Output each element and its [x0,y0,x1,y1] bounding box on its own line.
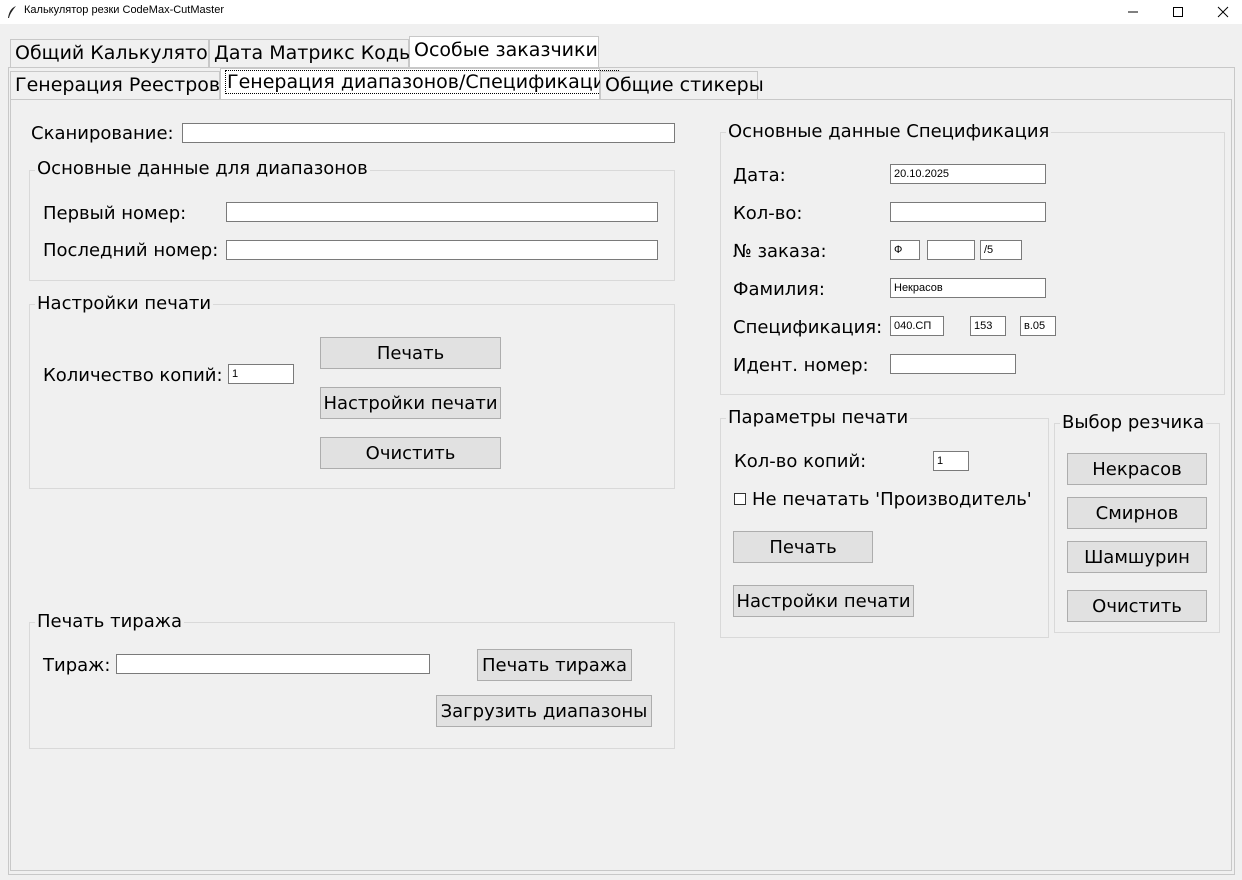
close-button[interactable] [1200,0,1242,24]
no-manufacturer-label: Не печатать 'Производитель' [752,489,1032,510]
minimize-button[interactable] [1110,0,1156,24]
first-number-input[interactable] [226,202,658,222]
print-settings-button[interactable]: Настройки печати [320,387,501,419]
spec-part2-input[interactable]: 153 [970,316,1006,336]
spec-part1-input[interactable]: 040.СП [890,316,944,336]
first-number-label: Первый номер: [43,203,187,224]
circulation-label: Тираж: [43,655,111,676]
ident-input[interactable] [890,354,1016,374]
spec-part3-input[interactable]: в.05 [1020,316,1056,336]
load-ranges-button[interactable]: Загрузить диапазоны [436,695,652,727]
clear-button[interactable]: Очистить [320,437,501,469]
spec-label: Спецификация: [733,317,883,338]
last-number-input[interactable] [226,240,658,260]
tab-registry-generation[interactable]: Генерация Реестров [10,71,220,100]
cutter-nekrasov-button[interactable]: Некрасов [1067,453,1207,485]
print-copies-input[interactable]: 1 [933,451,969,471]
close-icon [1217,6,1229,18]
print-circulation-button[interactable]: Печать тиража [477,649,632,681]
tab-label: Генерация Реестров [15,74,221,96]
surname-label: Фамилия: [733,279,825,300]
ranges-group [29,170,675,281]
print-settings-group-title: Настройки печати [35,293,214,315]
order-suffix-input[interactable]: /5 [980,240,1022,260]
copies-input[interactable]: 1 [228,364,294,384]
order-prefix-input[interactable]: Ф [890,240,920,260]
print-params-print-button[interactable]: Печать [733,531,873,563]
print-params-group-title: Параметры печати [726,407,911,429]
window-title: Калькулятор резки CodeMax-CutMaster [24,4,224,16]
surname-input[interactable]: Некрасов [890,278,1046,298]
no-manufacturer-checkbox[interactable] [734,493,746,505]
title-bar: Калькулятор резки CodeMax-CutMaster [0,0,1242,24]
cutter-clear-button[interactable]: Очистить [1067,590,1207,622]
tab-label: Общий Калькулятор [15,42,220,64]
last-number-label: Последний номер: [43,240,219,261]
cutter-smirnov-button[interactable]: Смирнов [1067,497,1207,529]
ranges-group-title: Основные данные для диапазонов [35,158,370,180]
minimize-icon [1128,11,1138,13]
tab-label: Общие стикеры [605,74,764,96]
tab-ranges-specification[interactable]: Генерация диапазонов/Спецификация [220,68,619,100]
tab-special-customers[interactable]: Особые заказчики [409,36,599,68]
order-number-input[interactable] [927,240,975,260]
qty-input[interactable] [890,202,1046,222]
tab-label: Генерация диапазонов/Спецификация [225,70,619,94]
tab-label: Дата Матрикс Коды [214,42,414,64]
circulation-group [29,622,675,749]
print-params-settings-button[interactable]: Настройки печати [733,585,914,617]
date-input[interactable]: 20.10.2025 [890,164,1046,184]
print-copies-label: Кол-во копий: [734,451,867,472]
qty-label: Кол-во: [733,203,803,224]
tab-general-calculator[interactable]: Общий Калькулятор [10,39,220,68]
tab-datamatrix-codes[interactable]: Дата Матрикс Коды [209,39,414,68]
feather-icon [6,4,18,18]
maximize-icon [1173,7,1183,17]
cutter-shamshurin-button[interactable]: Шамшурин [1067,541,1207,573]
maximize-button[interactable] [1155,0,1201,24]
cutter-group-title: Выбор резчика [1060,412,1207,434]
circulation-input[interactable] [116,654,430,674]
spec-group-title: Основные данные Спецификация [726,121,1052,143]
tab-label: Особые заказчики [414,39,598,61]
scan-label: Сканирование: [31,123,174,144]
date-label: Дата: [733,165,786,186]
print-button[interactable]: Печать [320,337,501,369]
order-label: № заказа: [733,241,827,262]
ident-label: Идент. номер: [733,355,869,376]
circulation-group-title: Печать тиража [35,611,184,633]
copies-label: Количество копий: [43,365,223,386]
scan-input[interactable] [182,123,675,143]
tab-common-stickers[interactable]: Общие стикеры [600,71,764,100]
